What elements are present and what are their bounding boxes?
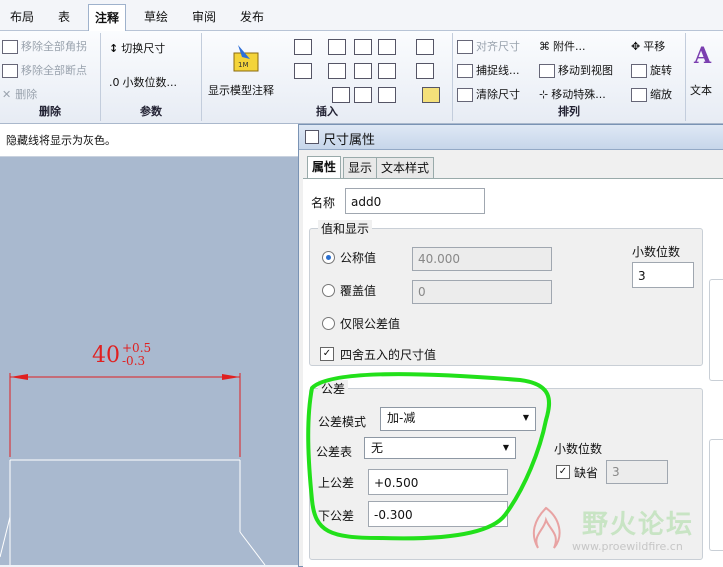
watermark-url: www.proewildfire.cn — [572, 540, 683, 553]
highlight-annotation — [306, 372, 552, 541]
watermark-text: 野火论坛 — [582, 510, 695, 540]
watermark-flame-icon — [532, 506, 561, 549]
watermark: 野火论坛 www.proewildfire.cn — [516, 500, 716, 560]
